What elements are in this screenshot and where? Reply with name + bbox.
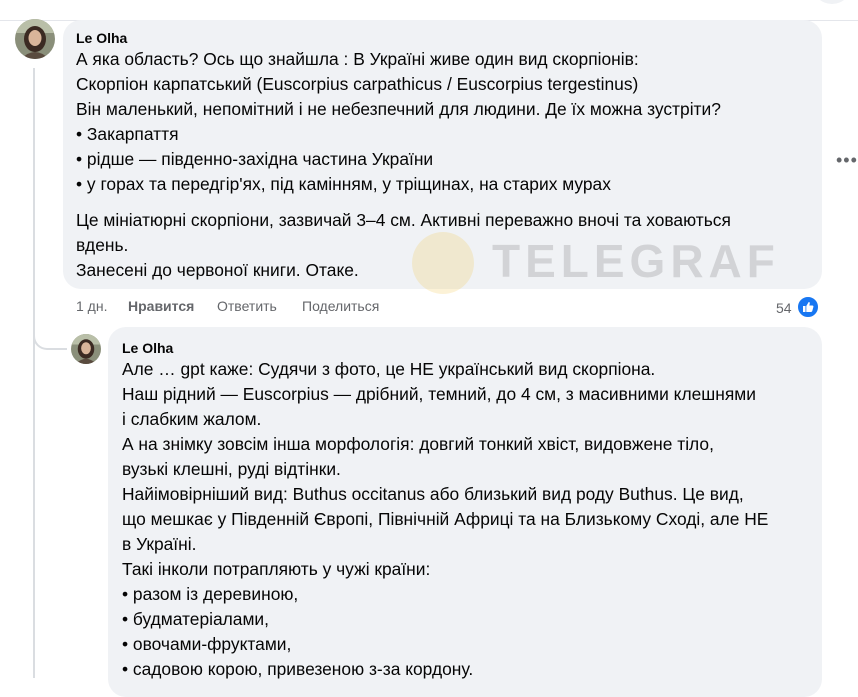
more-options-icon[interactable]: ••• (836, 150, 858, 171)
avatar-image (15, 19, 55, 59)
thread-connector (33, 318, 67, 350)
avatar[interactable] (15, 19, 55, 59)
comment-text-line: Він маленький, непомітний і не небезпечн… (76, 99, 721, 119)
reply-text-line: А на знімку зовсім інша морфологія: довг… (122, 434, 714, 454)
reply-text-line: Але … gpt каже: Судячи з фото, це НЕ укр… (122, 359, 656, 379)
reply-text-line: • садовою корою, привезеною з-за кордону… (122, 659, 474, 679)
close-button[interactable] (812, 0, 852, 4)
reply-text-line: • овочами-фруктами, (122, 634, 292, 654)
comment-author[interactable]: Le Olha (76, 30, 127, 46)
comment-text-line: Скорпіон карпатський (Euscorpius carpath… (76, 74, 639, 94)
reply-author[interactable]: Le Olha (122, 340, 173, 356)
reply-text-line: • будматеріалами, (122, 609, 269, 629)
comment-text-line: Це мініатюрні скорпіони, зазвичай 3–4 см… (76, 210, 731, 230)
comment-text-line: • у горах та передгір'ях, під камінням, … (76, 174, 611, 194)
reply-text-line: вузькі клешні, руді відтінки. (122, 459, 341, 479)
watermark-text: TELEGRAF (492, 235, 780, 287)
comment-text-line: • рідше — південно-західна частина Украї… (76, 149, 434, 169)
thread-line (33, 68, 35, 678)
telegraf-logo (412, 232, 474, 294)
comment-time[interactable]: 1 дн. (76, 298, 107, 314)
reply-text-line: Наш рідний — Euscorpius — дрібний, темни… (122, 384, 756, 404)
reply-button[interactable]: Ответить (217, 298, 277, 314)
avatar[interactable] (71, 334, 101, 364)
comment-text-line: Занесені до червоної книги. Отаке. (76, 260, 359, 280)
reply-text-line: що мешкає у Південній Європі, Північній … (122, 509, 769, 529)
comment-text-line: • Закарпаття (76, 124, 179, 144)
comment-text-line: вдень. (76, 235, 129, 255)
avatar-image (71, 334, 101, 364)
reply-text-line: Найімовірніший вид: Buthus occitanus або… (122, 484, 744, 504)
reply-text-line: і слабким жалом. (122, 409, 262, 429)
reply-text-line: в Україні. (122, 534, 197, 554)
comment-text-line: А яка область? Ось що знайшла : В Україн… (76, 49, 639, 69)
share-button[interactable]: Поделиться (302, 298, 379, 314)
thumbs-up-icon (797, 296, 819, 318)
like-button[interactable]: Нравится (128, 298, 194, 314)
reply-text-line: Такі інколи потрапляють у чужі країни: (122, 559, 431, 579)
reaction-count[interactable]: 54 (776, 300, 792, 316)
watermark: TELEGRAF (412, 232, 792, 294)
reply-text-line: • разом із деревиною, (122, 584, 299, 604)
